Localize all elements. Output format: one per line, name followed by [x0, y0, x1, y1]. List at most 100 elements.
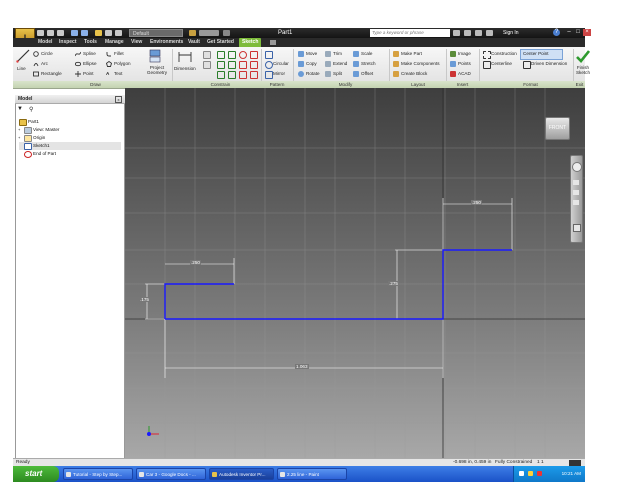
project-geometry-button[interactable]: Project Geometry	[145, 65, 169, 75]
group-title-insert[interactable]: Insert	[446, 81, 479, 88]
dimension-left-height[interactable]: .175	[139, 297, 150, 302]
dimension-button[interactable]: Dimension	[174, 66, 196, 71]
orbit-icon[interactable]	[573, 200, 579, 205]
line-button[interactable]: Line	[17, 66, 26, 71]
network-icon[interactable]	[519, 471, 524, 476]
help-icon[interactable]: ?	[553, 29, 560, 36]
update-icon[interactable]	[105, 30, 112, 36]
ellipse-button[interactable]: Ellipse	[83, 61, 97, 66]
group-title-constrain[interactable]: Constrain	[198, 81, 243, 88]
search-icon[interactable]	[453, 30, 460, 36]
fx-icon[interactable]	[223, 30, 230, 36]
driven-dimension-button[interactable]: Driven Dimension	[531, 61, 567, 66]
points-button[interactable]: Points	[458, 61, 471, 66]
maximize-button[interactable]: □	[574, 29, 582, 36]
scale-button[interactable]: Scale	[361, 51, 373, 56]
create-block-button[interactable]: Create Block	[401, 71, 427, 76]
circular-pattern-icon[interactable]	[265, 61, 273, 69]
sign-in-link[interactable]: Sign In	[503, 28, 519, 38]
group-title-format[interactable]: Format	[503, 81, 558, 88]
stretch-button[interactable]: Stretch	[361, 61, 376, 66]
line-icon[interactable]	[16, 49, 30, 63]
search-input[interactable]: Type a keyword or phrase	[370, 29, 450, 37]
group-title-modify[interactable]: Modify	[323, 81, 368, 88]
auto-dimension-icon[interactable]	[203, 51, 211, 59]
filter-icon[interactable]: ▼	[17, 106, 23, 112]
tab-inspect[interactable]: Inspect	[59, 38, 77, 47]
collinear-icon[interactable]	[217, 71, 225, 79]
mirror-icon[interactable]	[265, 71, 273, 79]
make-part-button[interactable]: Make Part	[401, 51, 422, 56]
project-select[interactable]: Default	[129, 29, 183, 37]
tab-manage[interactable]: Manage	[105, 38, 124, 47]
open-icon[interactable]	[47, 30, 54, 36]
checkmark-icon[interactable]	[576, 50, 590, 63]
browser-close-icon[interactable]: x	[115, 96, 122, 103]
expand-icon[interactable]: +	[18, 135, 20, 140]
finish-sketch-button[interactable]: Finish Sketch	[575, 65, 591, 75]
viewcube[interactable]: FRONT	[545, 117, 570, 140]
subscription-icon[interactable]	[464, 30, 471, 36]
expand-icon[interactable]: +	[18, 127, 20, 132]
vertical-icon[interactable]	[228, 61, 236, 69]
tab-model[interactable]: Model	[38, 38, 52, 47]
construction-button[interactable]: Construction	[491, 51, 517, 56]
select-icon[interactable]	[115, 30, 122, 36]
material-icon[interactable]	[189, 30, 196, 36]
taskbar-item-inventor[interactable]: Autodesk Inventor Pr...	[209, 468, 274, 480]
rotate-button[interactable]: Rotate	[306, 71, 320, 76]
close-button[interactable]: ×	[583, 29, 591, 36]
dimension-total-length[interactable]: 1.063	[295, 364, 309, 369]
parallel-icon[interactable]	[228, 51, 236, 59]
perpendicular-icon[interactable]	[217, 51, 225, 59]
center-point-button[interactable]: Center Point	[523, 51, 549, 56]
coincident-icon[interactable]	[250, 51, 258, 59]
save-icon[interactable]	[57, 30, 64, 36]
trim-button[interactable]: Trim	[333, 51, 342, 56]
arc-button[interactable]: Arc	[41, 61, 48, 66]
smooth-icon[interactable]	[239, 71, 247, 79]
mirror-button[interactable]: Mirror	[273, 71, 285, 76]
acad-button[interactable]: ACAD	[458, 71, 471, 76]
rectangular-pattern-icon[interactable]	[265, 51, 273, 59]
tab-sketch[interactable]: Sketch	[239, 38, 262, 47]
dimension-right-width[interactable]: .250	[471, 200, 482, 205]
horizontal-icon[interactable]	[217, 61, 225, 69]
symmetric-icon[interactable]	[250, 71, 258, 79]
security-icon[interactable]	[537, 471, 542, 476]
graphics-window[interactable]: .250 .175 .250 .275 1.063	[125, 88, 585, 458]
fix-icon[interactable]	[250, 61, 258, 69]
start-button[interactable]: start	[13, 466, 59, 482]
zoom-icon[interactable]	[573, 190, 579, 195]
extend-button[interactable]: Extend	[333, 61, 347, 66]
group-title-exit[interactable]: Exit	[574, 81, 585, 88]
offset-button[interactable]: Offset	[361, 71, 373, 76]
group-title-pattern[interactable]: Pattern	[261, 81, 293, 88]
split-button[interactable]: Split	[333, 71, 342, 76]
home-icon[interactable]	[95, 30, 102, 36]
favorites-icon[interactable]	[486, 30, 493, 36]
equal-icon[interactable]	[239, 61, 247, 69]
make-components-button[interactable]: Make Components	[401, 61, 440, 66]
polygon-button[interactable]: Polygon	[114, 61, 131, 66]
ribbon-options-icon[interactable]	[270, 40, 276, 45]
tab-view[interactable]: View	[131, 38, 142, 47]
centerline-button[interactable]: Centerline	[491, 61, 512, 66]
taskbar-item-google-docs[interactable]: Car 3 - Google Docs - ...	[136, 468, 206, 480]
undo-icon[interactable]	[71, 30, 78, 36]
appearance-select[interactable]	[199, 30, 219, 36]
show-constraints-icon[interactable]	[203, 61, 211, 69]
tab-get-started[interactable]: Get Started	[207, 38, 234, 47]
find-icon[interactable]: ⚲	[29, 106, 33, 113]
group-title-layout[interactable]: Layout	[393, 81, 443, 88]
dimension-left-width[interactable]: .250	[190, 260, 201, 265]
circle-button[interactable]: Circle	[41, 51, 53, 56]
tab-environments[interactable]: Environments	[150, 38, 183, 47]
image-button[interactable]: Image	[458, 51, 471, 56]
look-at-icon[interactable]	[573, 224, 581, 232]
copy-button[interactable]: Copy	[306, 61, 317, 66]
rectangle-button[interactable]: Rectangle	[41, 71, 62, 76]
taskbar-item-paint[interactable]: 2.25 line - Paint	[277, 468, 347, 480]
move-button[interactable]: Move	[306, 51, 317, 56]
point-button[interactable]: Point	[83, 71, 93, 76]
